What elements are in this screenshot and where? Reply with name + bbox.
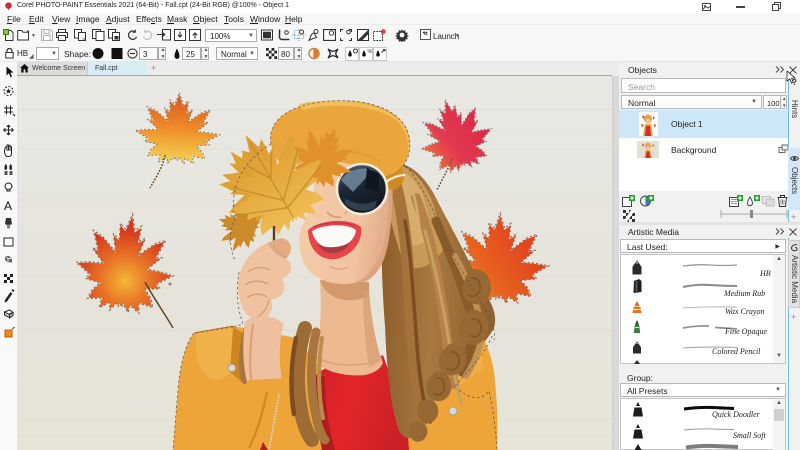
svg-text:u: u — [83, 37, 86, 42]
svg-text:%: % — [368, 49, 373, 55]
svg-text:A: A — [4, 199, 12, 213]
